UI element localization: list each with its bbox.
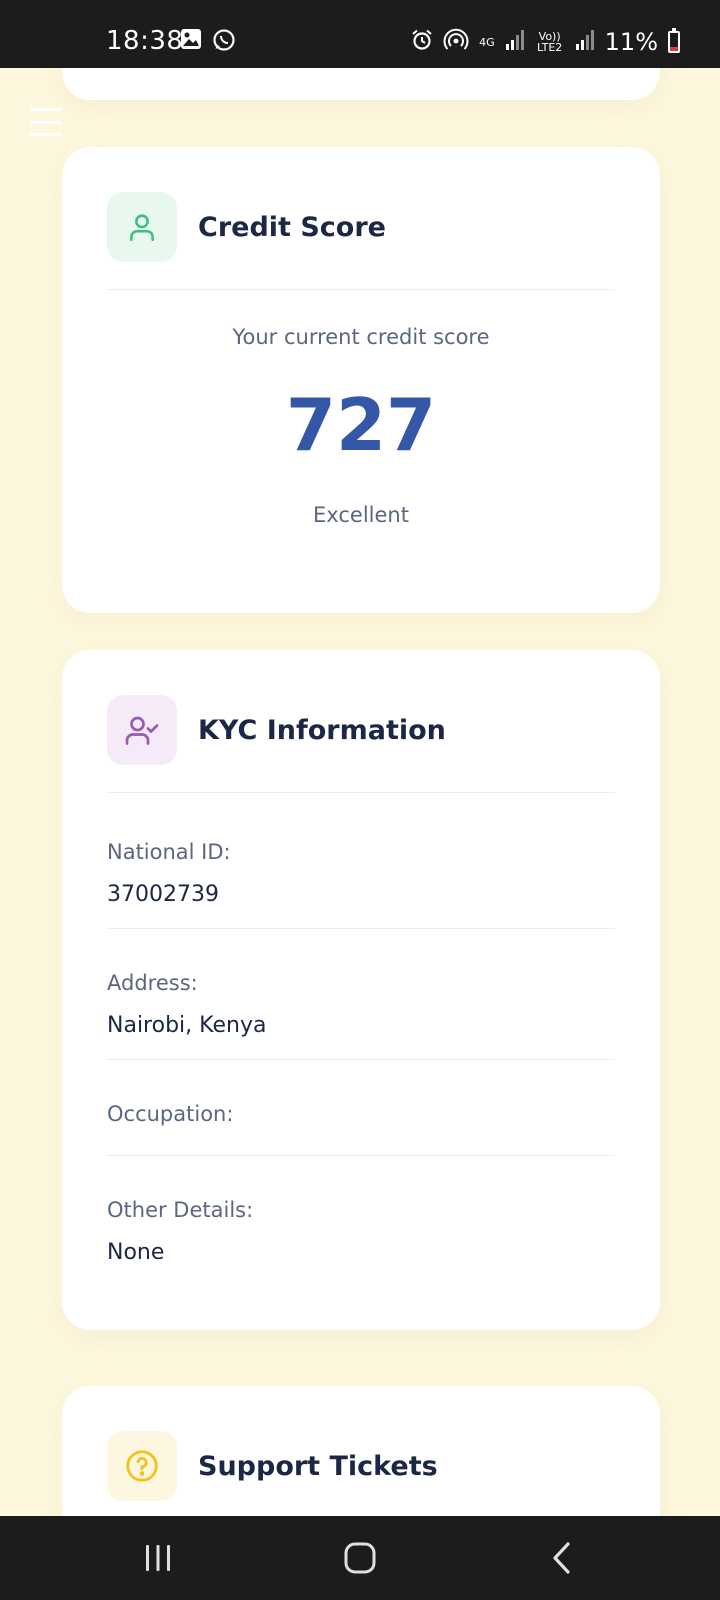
user-check-icon: [107, 695, 177, 765]
menu-icon[interactable]: [30, 108, 62, 136]
status-bar: 18:38 4G Vo)) LTE2 11%: [0, 0, 720, 68]
signal-icon-2: [575, 29, 595, 55]
system-indicators: 4G Vo)) LTE2 11%: [411, 28, 680, 56]
divider: [107, 1059, 615, 1060]
occupation-field: Occupation:: [107, 1102, 615, 1144]
field-label: Address:: [107, 971, 198, 995]
battery-icon: [668, 28, 680, 53]
divider: [107, 1155, 615, 1156]
credit-score-card: Credit Score Your current credit score 7…: [62, 147, 660, 613]
credit-score-header: Credit Score: [107, 192, 615, 262]
profile-content[interactable]: Credit Score Your current credit score 7…: [0, 68, 720, 1516]
divider: [107, 792, 615, 793]
credit-score-value: 727: [285, 383, 437, 467]
home-button[interactable]: [330, 1536, 390, 1580]
previous-card-bottom: [62, 68, 660, 100]
field-label: Other Details:: [107, 1198, 254, 1222]
divider: [107, 289, 615, 290]
status-time: 18:38: [106, 26, 184, 56]
field-label: Occupation:: [107, 1102, 234, 1126]
credit-score-subtitle: Your current credit score: [232, 325, 490, 349]
navigation-bar: [0, 1516, 720, 1600]
notification-icons: [180, 28, 236, 56]
field-value: None: [107, 1240, 165, 1265]
kyc-card: KYC Information National ID: 37002739 Ad…: [62, 650, 660, 1330]
kyc-title: KYC Information: [198, 714, 446, 746]
alarm-icon: [411, 29, 433, 55]
gallery-icon: [180, 28, 202, 56]
kyc-header: KYC Information: [107, 695, 615, 765]
address-field: Address: Nairobi, Kenya: [107, 971, 615, 1038]
hotspot-icon: [443, 28, 469, 56]
whatsapp-icon: [212, 28, 236, 56]
signal-icon-1: [505, 29, 525, 55]
battery-percent: 11%: [604, 28, 658, 56]
field-label: National ID:: [107, 840, 231, 864]
support-tickets-card: Support Tickets: [62, 1386, 660, 1516]
national-id-field: National ID: 37002739: [107, 840, 615, 907]
field-value: 37002739: [107, 882, 219, 907]
support-tickets-title: Support Tickets: [198, 1450, 438, 1482]
divider: [107, 928, 615, 929]
field-value: Nairobi, Kenya: [107, 1013, 267, 1038]
help-circle-icon: [107, 1431, 177, 1501]
credit-score-title: Credit Score: [198, 211, 386, 243]
network-type-label: 4G: [479, 35, 495, 49]
support-tickets-header: Support Tickets: [107, 1431, 615, 1501]
other-details-field: Other Details: None: [107, 1198, 615, 1265]
back-button[interactable]: [532, 1536, 592, 1580]
volte-label: Vo)) LTE2: [537, 30, 563, 54]
user-icon: [107, 192, 177, 262]
recent-apps-button[interactable]: [128, 1536, 188, 1580]
credit-score-rating: Excellent: [313, 503, 409, 527]
